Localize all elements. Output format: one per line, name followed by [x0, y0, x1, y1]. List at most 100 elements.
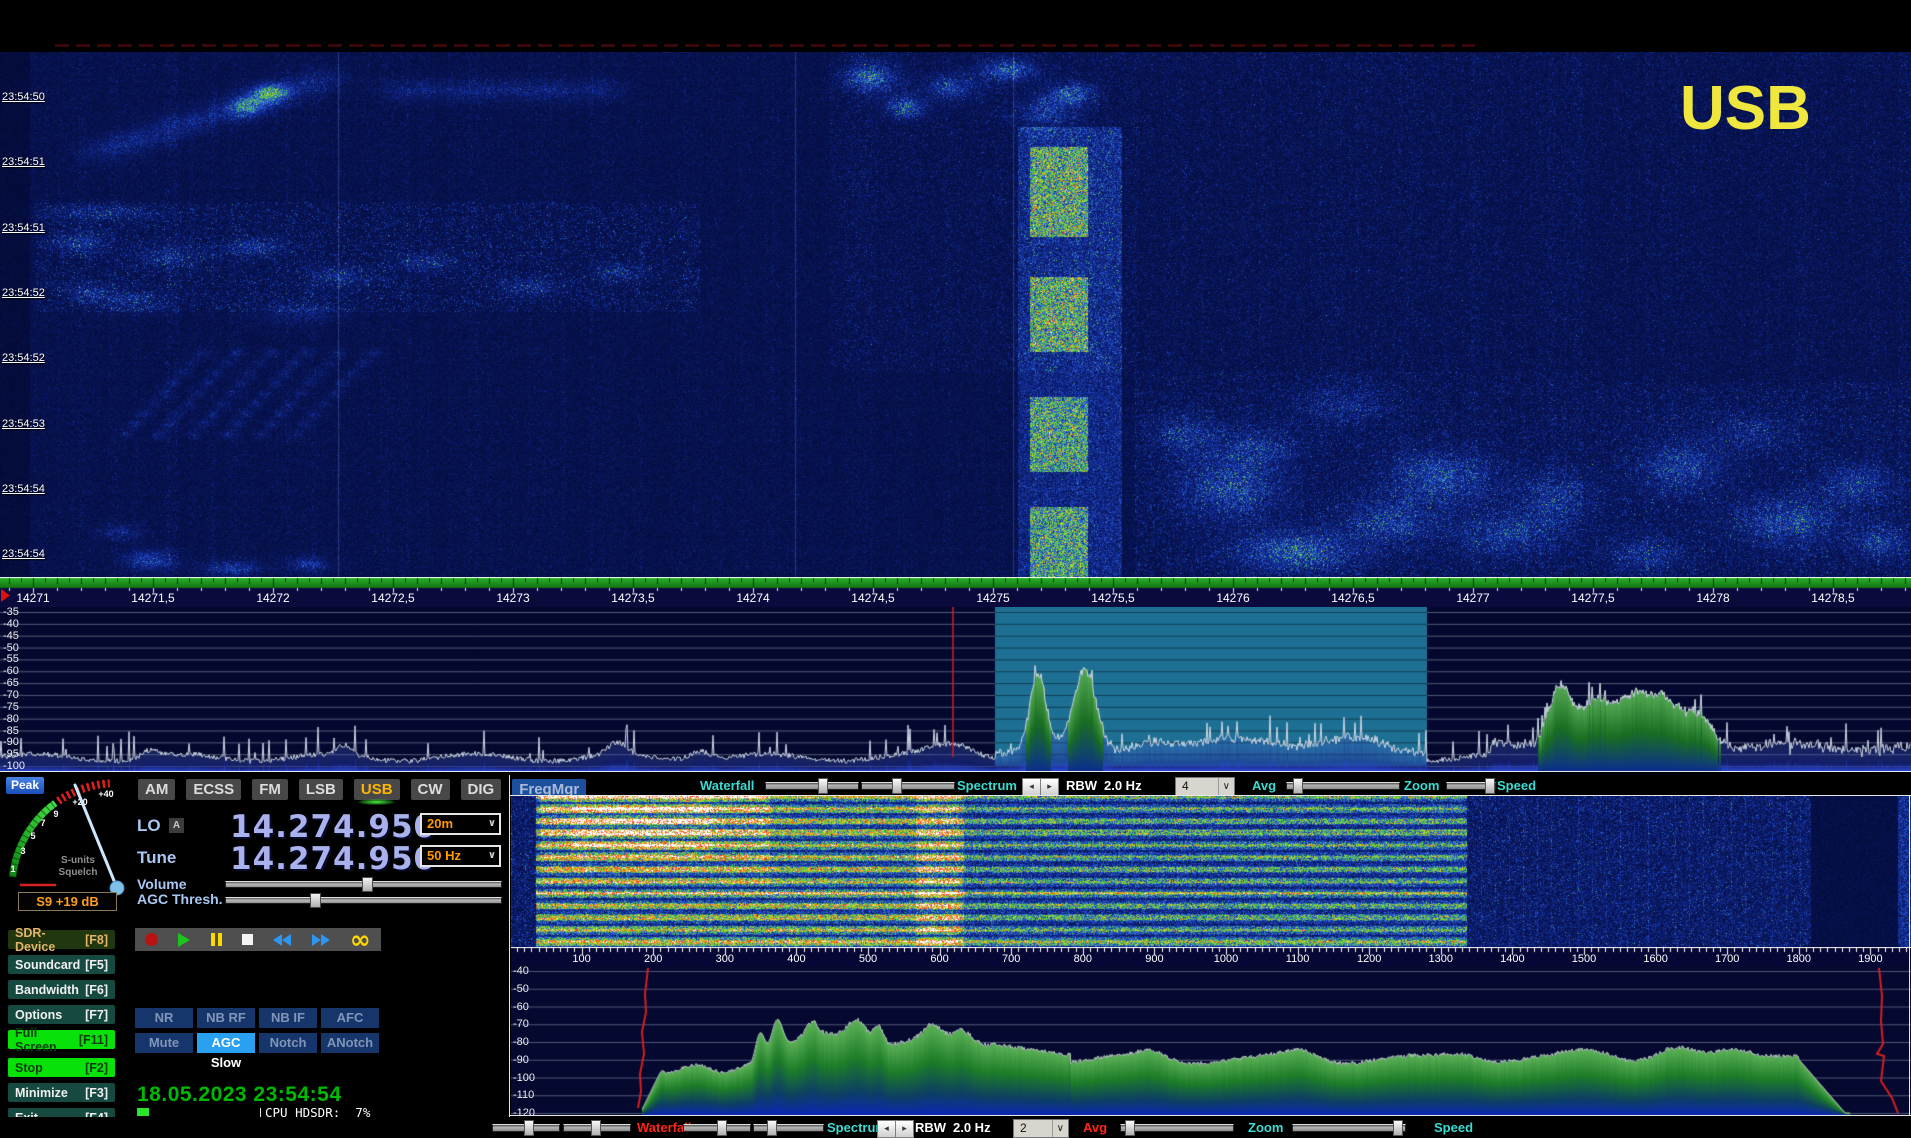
rf-frequency-label: 14274,5 [851, 591, 894, 605]
stop-button[interactable] [242, 934, 253, 945]
audio-slider-4[interactable] [753, 1124, 824, 1132]
mode-button-usb[interactable]: USB [354, 779, 400, 800]
slider-knob[interactable] [767, 1120, 777, 1136]
audio-frequency-label: 1900 [1858, 953, 1882, 965]
rf-frequency-label: 14277 [1456, 591, 1489, 605]
rf-spectrum-canvas[interactable] [0, 607, 1911, 771]
slider-knob[interactable] [591, 1120, 601, 1136]
rewind-button[interactable] [273, 934, 291, 946]
rf-frequency-label: 14275 [976, 591, 1009, 605]
bandwidth-button[interactable]: Bandwidth[F6] [8, 980, 115, 999]
audio-slider-1[interactable] [492, 1124, 560, 1132]
loop-button[interactable]: ∞ [350, 933, 371, 946]
agc-slow-button[interactable]: AGC Slow [197, 1033, 255, 1053]
audio-waterfall[interactable] [511, 796, 1911, 947]
rbw-select[interactable]: 2∨ [1013, 1119, 1069, 1138]
divider [510, 1115, 1911, 1116]
lo-label: LO [137, 816, 161, 836]
mode-overlay-label: USB [1680, 78, 1811, 140]
side-button-shortcut: [F11] [79, 1033, 108, 1047]
lo-frequency-display[interactable]: 14.274.950 [230, 809, 417, 845]
full-screen-button[interactable]: Full Screen[F11] [8, 1030, 115, 1049]
soundcard-button[interactable]: Soundcard[F5] [8, 955, 115, 974]
audio-frequency-label: 900 [1145, 953, 1163, 965]
mode-button-am[interactable]: AM [138, 779, 175, 800]
audio-waterfall-canvas[interactable] [511, 796, 1911, 947]
arrow-right-button[interactable]: ▸ [895, 1120, 914, 1138]
audio-slider-3[interactable] [683, 1124, 751, 1132]
rf-db-label: -80 [3, 713, 19, 725]
zoom-slider[interactable] [1446, 782, 1496, 790]
rf-spectrum[interactable]: -35-40-45-50-55-60-65-70-75-80-85-90-95-… [0, 607, 1911, 771]
play-button[interactable] [178, 933, 190, 947]
record-button[interactable] [145, 933, 158, 946]
stop-button[interactable]: Stop[F2] [8, 1058, 115, 1077]
side-button-label: Minimize [15, 1086, 68, 1100]
avg-slider[interactable] [1286, 782, 1400, 790]
slider-knob[interactable] [818, 778, 828, 794]
agc-threshold-label: AGC Thresh. [137, 891, 223, 907]
tune-frequency-display[interactable]: 14.274.950 [230, 841, 417, 877]
slider-knob[interactable] [310, 893, 321, 908]
rf-db-label: -35 [3, 606, 19, 618]
zoom-slider[interactable] [1292, 1124, 1406, 1132]
sdr-device-button[interactable]: SDR-Device[F8] [8, 930, 115, 949]
rf-db-label: -95 [3, 748, 19, 760]
mute-button[interactable]: Mute [135, 1033, 193, 1053]
rf-waterfall-canvas[interactable] [0, 52, 1911, 577]
nb-rf-button[interactable]: NB RF [197, 1008, 255, 1028]
notch-button[interactable]: Notch [259, 1033, 317, 1053]
nr-button[interactable]: NR [135, 1008, 193, 1028]
audio-spectrum-canvas[interactable] [511, 966, 1911, 1115]
waterfall-brightness-slider[interactable] [765, 782, 859, 790]
mode-button-fm[interactable]: FM [252, 779, 288, 800]
audio-spectrum[interactable]: -40-50-60-70-80-90-100-110-120 [511, 966, 1911, 1115]
nb-if-button[interactable]: NB IF [259, 1008, 317, 1028]
slider-knob[interactable] [892, 778, 902, 794]
agc-threshold-slider[interactable] [225, 897, 502, 904]
slider-knob[interactable] [1293, 778, 1303, 794]
audio-slider-2[interactable] [563, 1124, 631, 1132]
rf-frequency-label: 14277,5 [1571, 591, 1614, 605]
peak-button[interactable]: Peak [6, 777, 44, 794]
step-select[interactable]: 50 Hz∨ [420, 845, 501, 867]
waterfall-timestamp: 23:54:51 [2, 222, 45, 234]
forward-button[interactable] [312, 934, 330, 946]
avg-slider[interactable] [1120, 1124, 1234, 1132]
slider-knob[interactable] [1393, 1120, 1403, 1136]
arrow-right-button[interactable]: ▸ [1040, 778, 1059, 796]
rf-waterfall[interactable]: 23:54:5023:54:5123:54:5123:54:5223:54:52… [0, 52, 1911, 577]
slider-knob[interactable] [717, 1120, 727, 1136]
slider-knob[interactable] [1485, 778, 1495, 794]
rbw-select[interactable]: 4∨ [1175, 777, 1235, 796]
slider-knob[interactable] [524, 1120, 534, 1136]
afc-button[interactable]: AFC [321, 1008, 379, 1028]
mode-button-dig[interactable]: DIG [461, 779, 502, 800]
volume-slider[interactable] [225, 881, 502, 888]
rf-frequency-scale[interactable]: 1427114271,51427214272,51427314273,51427… [0, 577, 1911, 607]
arrow-left-button[interactable]: ◂ [877, 1120, 896, 1138]
audio-db-label: -60 [513, 1001, 529, 1013]
pause-button[interactable] [211, 933, 222, 946]
pause-icon [211, 933, 222, 946]
minimize-button[interactable]: Minimize[F3] [8, 1083, 115, 1102]
chevron-down-icon: ∨ [488, 815, 499, 833]
slider-knob[interactable] [1125, 1120, 1135, 1136]
anotch-button[interactable]: ANotch [321, 1033, 379, 1053]
band-select[interactable]: 20m∨ [420, 813, 501, 835]
audio-db-label: -110 [513, 1089, 534, 1101]
mode-button-lsb[interactable]: LSB [299, 779, 343, 800]
arrow-left-button[interactable]: ◂ [1022, 778, 1041, 796]
waterfall-timestamp: 23:54:52 [2, 352, 45, 364]
options-button[interactable]: Options[F7] [8, 1005, 115, 1024]
rf-frequency-label: 14278,5 [1811, 591, 1854, 605]
waterfall-contrast-slider[interactable] [861, 782, 955, 790]
svg-text:S-units: S-units [61, 855, 95, 866]
audio-frequency-scale[interactable]: 1002003004005006007008009001000110012001… [511, 947, 1911, 966]
mode-button-cw[interactable]: CW [411, 779, 450, 800]
lo-a-badge[interactable]: A [169, 818, 184, 833]
waterfall-timestamp: 23:54:53 [2, 418, 45, 430]
slider-knob[interactable] [362, 877, 373, 892]
mode-button-ecss[interactable]: ECSS [186, 779, 241, 800]
svg-text:Squelch: Squelch [59, 867, 98, 878]
